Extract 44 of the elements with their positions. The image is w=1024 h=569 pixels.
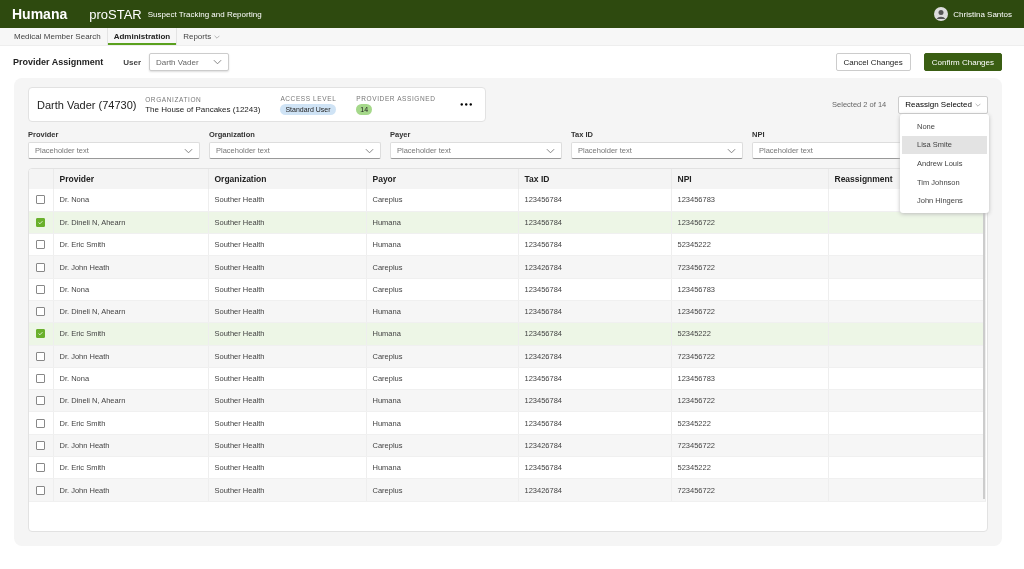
row-checkbox[interactable] — [36, 351, 46, 361]
confirm-button[interactable]: Confirm Changes — [923, 53, 1002, 71]
user-label: User — [123, 57, 141, 67]
organization-value: The House of Pancakes (12243) — [145, 104, 261, 114]
chevron-down-icon — [727, 147, 736, 154]
check-icon — [37, 218, 45, 226]
row-checkbox[interactable] — [36, 440, 46, 450]
column-header[interactable]: Provider — [53, 169, 208, 189]
cancel-button[interactable]: Cancel Changes — [835, 53, 911, 71]
chevron-down-icon — [546, 147, 555, 154]
chevron-down-icon — [365, 147, 374, 154]
row-checkbox[interactable] — [36, 195, 46, 205]
row-checkbox[interactable] — [36, 418, 46, 428]
chevron-down-icon — [213, 59, 222, 65]
chevron-down-icon — [214, 34, 221, 39]
row-checkbox[interactable] — [36, 262, 46, 272]
column-header[interactable]: Organization — [208, 169, 366, 189]
row-checkbox[interactable] — [36, 284, 46, 294]
row-checkbox[interactable] — [36, 374, 46, 383]
row-checkbox[interactable] — [36, 307, 46, 317]
column-header[interactable]: NPI — [671, 169, 828, 189]
logo: Humana — [12, 6, 68, 22]
user-select[interactable]: Darth Vader — [149, 53, 229, 71]
product-subtitle: Suspect Tracking and Reporting — [147, 9, 262, 19]
nav-tab[interactable]: Administration — [107, 28, 178, 45]
row-checkbox[interactable] — [36, 463, 46, 473]
user-card-name: Darth Vader (74730) — [37, 98, 138, 111]
chevron-down-icon — [975, 102, 981, 107]
check-icon — [37, 330, 45, 338]
nav-tab[interactable]: Reports — [177, 28, 227, 45]
nav-tab[interactable]: Medical Member Search — [8, 28, 108, 45]
column-header[interactable]: Payor — [366, 169, 518, 189]
reassign-button[interactable]: Reassign Selected — [898, 95, 988, 114]
row-checkbox[interactable] — [36, 240, 46, 250]
row-checkbox[interactable] — [36, 217, 46, 227]
page-title: Provider Assignment — [13, 57, 104, 67]
user-name: Christina Santos — [953, 9, 1012, 19]
avatar[interactable] — [934, 7, 949, 21]
chevron-down-icon — [184, 147, 193, 154]
product-name: proSTAR — [89, 6, 142, 22]
row-checkbox[interactable] — [36, 396, 46, 406]
row-checkbox[interactable] — [36, 485, 46, 495]
row-checkbox[interactable] — [36, 329, 46, 339]
column-header[interactable]: Tax ID — [518, 169, 671, 189]
